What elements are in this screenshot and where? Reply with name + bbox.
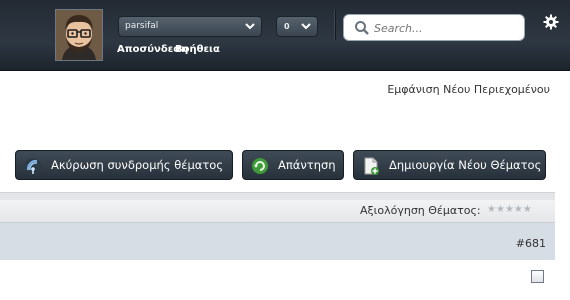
post-select-checkbox[interactable] bbox=[531, 270, 544, 283]
new-content-link[interactable]: Εμφάνιση Νέου Περιεχομένου bbox=[387, 83, 550, 96]
new-document-icon bbox=[362, 157, 380, 175]
post-header-bar: #681 bbox=[0, 223, 555, 260]
chevron-down-icon bbox=[245, 21, 255, 35]
help-link[interactable]: Βοήθεια bbox=[175, 44, 220, 55]
notifications-select[interactable]: 0 bbox=[276, 16, 318, 37]
gear-icon[interactable] bbox=[543, 14, 559, 30]
post-number-link[interactable]: #681 bbox=[516, 237, 546, 250]
unsubscribe-label: Ακύρωση συνδρομής θέματος bbox=[51, 158, 224, 172]
notifications-count: 0 bbox=[284, 22, 290, 31]
star-icon[interactable]: ★ bbox=[487, 204, 496, 215]
reply-button[interactable]: Απάντηση bbox=[242, 150, 344, 180]
star-icon[interactable]: ★ bbox=[514, 204, 523, 215]
search-icon[interactable] bbox=[354, 20, 370, 36]
star-icon[interactable]: ★ bbox=[505, 204, 514, 215]
user-menu-select[interactable]: parsifal bbox=[118, 16, 262, 37]
rating-stars[interactable]: ★★★★★ bbox=[487, 204, 532, 215]
search-input[interactable] bbox=[372, 18, 522, 39]
new-topic-button[interactable]: Δημιουργία Νέου Θέματος bbox=[353, 150, 546, 180]
topic-rating-bar: Αξιολόγηση Θέματος: ★★★★★ bbox=[0, 200, 555, 223]
username-value: parsifal bbox=[125, 21, 159, 31]
star-icon[interactable]: ★ bbox=[523, 204, 532, 215]
chevron-down-icon bbox=[301, 21, 311, 35]
reply-icon bbox=[251, 157, 269, 175]
feed-icon bbox=[24, 157, 42, 175]
search-box[interactable] bbox=[343, 14, 525, 41]
user-avatar[interactable] bbox=[55, 9, 103, 61]
new-topic-label: Δημιουργία Νέου Θέματος bbox=[389, 158, 542, 172]
unsubscribe-topic-button[interactable]: Ακύρωση συνδρομής θέματος bbox=[15, 150, 233, 180]
avatar-image bbox=[56, 10, 102, 60]
rating-label: Αξιολόγηση Θέματος: bbox=[360, 204, 481, 217]
star-icon[interactable]: ★ bbox=[496, 204, 505, 215]
reply-label: Απάντηση bbox=[278, 158, 336, 172]
divider bbox=[334, 10, 336, 40]
top-navigation-bar: parsifal 0 Αποσύνδεση Βοήθεια bbox=[0, 0, 570, 71]
